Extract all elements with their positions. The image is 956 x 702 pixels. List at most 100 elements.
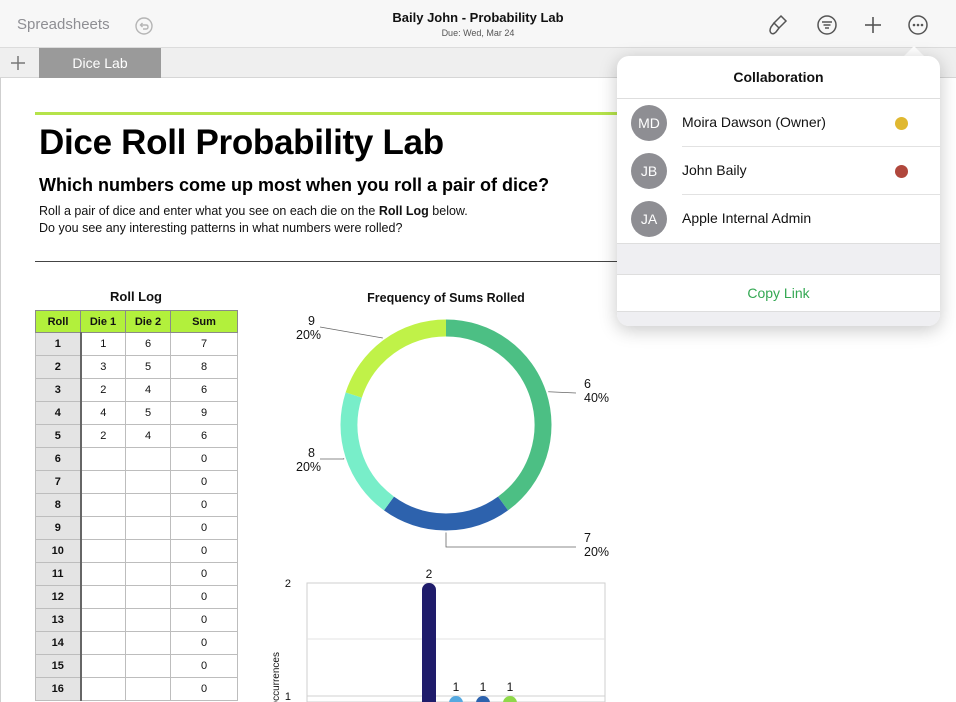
cell-sum[interactable]: 0 (170, 493, 238, 517)
cell-die-2[interactable]: 5 (125, 401, 171, 425)
occurrences-bar-chart[interactable]: 21Occurrences21 1 1 (270, 565, 620, 702)
cell-sum[interactable]: 6 (170, 378, 238, 402)
cell-sum[interactable]: 0 (170, 677, 238, 701)
cell-sum[interactable]: 0 (170, 539, 238, 563)
cell-sum[interactable]: 0 (170, 470, 238, 494)
cell-sum[interactable]: 0 (170, 585, 238, 609)
cell-die-2[interactable]: 4 (125, 424, 171, 448)
cell-die-2[interactable] (125, 470, 171, 494)
donut-slice-7[interactable] (383, 496, 509, 531)
cell-roll[interactable]: 2 (35, 355, 82, 379)
cell-roll[interactable]: 5 (35, 424, 82, 448)
cell-roll[interactable]: 3 (35, 378, 82, 402)
collaborator-row[interactable]: JB John Baily (617, 147, 940, 195)
cell-die-2[interactable]: 6 (125, 332, 171, 356)
donut-slice-8[interactable] (340, 392, 395, 511)
donut-slice-9[interactable] (345, 319, 447, 398)
filter-icon[interactable] (816, 14, 838, 36)
bar-4[interactable] (503, 696, 517, 702)
collaborator-row[interactable]: MD Moira Dawson (Owner) (617, 99, 940, 147)
cell-roll[interactable]: 7 (35, 470, 82, 494)
cell-die-1[interactable]: 3 (80, 355, 126, 379)
collaborator-row[interactable]: JA Apple Internal Admin (617, 195, 940, 243)
cell-die-1[interactable] (80, 585, 126, 609)
cell-sum[interactable]: 0 (170, 516, 238, 540)
cell-sum[interactable]: 0 (170, 562, 238, 586)
cell-die-1[interactable] (80, 447, 126, 471)
cell-roll[interactable]: 15 (35, 654, 82, 678)
cell-roll[interactable]: 8 (35, 493, 82, 517)
cell-die-1[interactable] (80, 493, 126, 517)
bar-3[interactable] (476, 696, 490, 702)
table-row: 10 0 (35, 539, 238, 563)
cell-die-2[interactable] (125, 631, 171, 655)
cell-roll[interactable]: 11 (35, 562, 82, 586)
cell-die-2[interactable] (125, 493, 171, 517)
cell-die-1[interactable] (80, 516, 126, 540)
y-tick-label: 2 (285, 578, 291, 590)
cell-die-2[interactable] (125, 539, 171, 563)
cell-die-1[interactable]: 1 (80, 332, 126, 356)
bar-1[interactable] (422, 583, 436, 702)
cell-die-1[interactable]: 2 (80, 424, 126, 448)
instruction-text: Roll a pair of dice and enter what you s… (39, 204, 379, 218)
cell-die-1[interactable] (80, 677, 126, 701)
cell-die-1[interactable]: 4 (80, 401, 126, 425)
cell-roll[interactable]: 12 (35, 585, 82, 609)
column-header-sum[interactable]: Sum (170, 310, 238, 333)
column-header-die-2[interactable]: Die 2 (125, 310, 171, 333)
cell-roll[interactable]: 9 (35, 516, 82, 540)
cell-roll[interactable]: 1 (35, 332, 82, 356)
cell-die-1[interactable] (80, 654, 126, 678)
cell-roll[interactable]: 13 (35, 608, 82, 632)
add-icon[interactable] (862, 14, 884, 36)
donut-slice-6[interactable] (445, 319, 552, 511)
cell-die-2[interactable] (125, 677, 171, 701)
cell-die-2[interactable] (125, 562, 171, 586)
cell-die-1[interactable] (80, 631, 126, 655)
tab-dice-lab[interactable]: Dice Lab (39, 48, 161, 78)
cell-die-1[interactable] (80, 608, 126, 632)
frequency-donut-chart[interactable]: 640%720%820%920% (270, 310, 620, 572)
cell-roll[interactable]: 10 (35, 539, 82, 563)
cell-die-2[interactable] (125, 516, 171, 540)
cell-sum[interactable]: 0 (170, 654, 238, 678)
column-header-roll[interactable]: Roll (35, 310, 81, 333)
collaborator-name: John Baily (682, 162, 747, 178)
format-brush-icon[interactable] (767, 14, 789, 36)
cell-roll[interactable]: 16 (35, 677, 82, 701)
cell-roll[interactable]: 14 (35, 631, 82, 655)
add-sheet-icon[interactable] (6, 51, 30, 75)
cell-sum[interactable]: 0 (170, 608, 238, 632)
cell-roll[interactable]: 6 (35, 447, 82, 471)
avatar: MD (631, 105, 667, 141)
column-header-die-1[interactable]: Die 1 (80, 310, 126, 333)
cell-roll[interactable]: 4 (35, 401, 82, 425)
cell-sum[interactable]: 9 (170, 401, 238, 425)
cell-die-2[interactable] (125, 654, 171, 678)
cell-die-2[interactable] (125, 608, 171, 632)
cell-die-1[interactable] (80, 539, 126, 563)
donut-label-7: 7 (584, 531, 591, 545)
document-title: Baily John - Probability Lab (392, 10, 564, 25)
cell-sum[interactable]: 0 (170, 447, 238, 471)
cell-die-1[interactable] (80, 562, 126, 586)
cell-die-2[interactable] (125, 447, 171, 471)
table-row: 5246 (35, 424, 238, 448)
cell-die-2[interactable]: 4 (125, 378, 171, 402)
cell-sum[interactable]: 0 (170, 631, 238, 655)
table-row: 14 0 (35, 631, 238, 655)
table-row: 60 (35, 447, 238, 471)
cell-die-2[interactable]: 5 (125, 355, 171, 379)
bar-2[interactable] (449, 696, 463, 702)
copy-link-button[interactable]: Copy Link (617, 275, 940, 311)
cell-sum[interactable]: 7 (170, 332, 238, 356)
cell-die-2[interactable] (125, 585, 171, 609)
title-accent-rule (35, 112, 620, 115)
more-icon[interactable] (907, 14, 929, 36)
cell-die-1[interactable]: 2 (80, 378, 126, 402)
cell-sum[interactable]: 6 (170, 424, 238, 448)
table-header-row: Roll Die 1 Die 2 Sum (35, 310, 238, 333)
cell-sum[interactable]: 8 (170, 355, 238, 379)
cell-die-1[interactable] (80, 470, 126, 494)
